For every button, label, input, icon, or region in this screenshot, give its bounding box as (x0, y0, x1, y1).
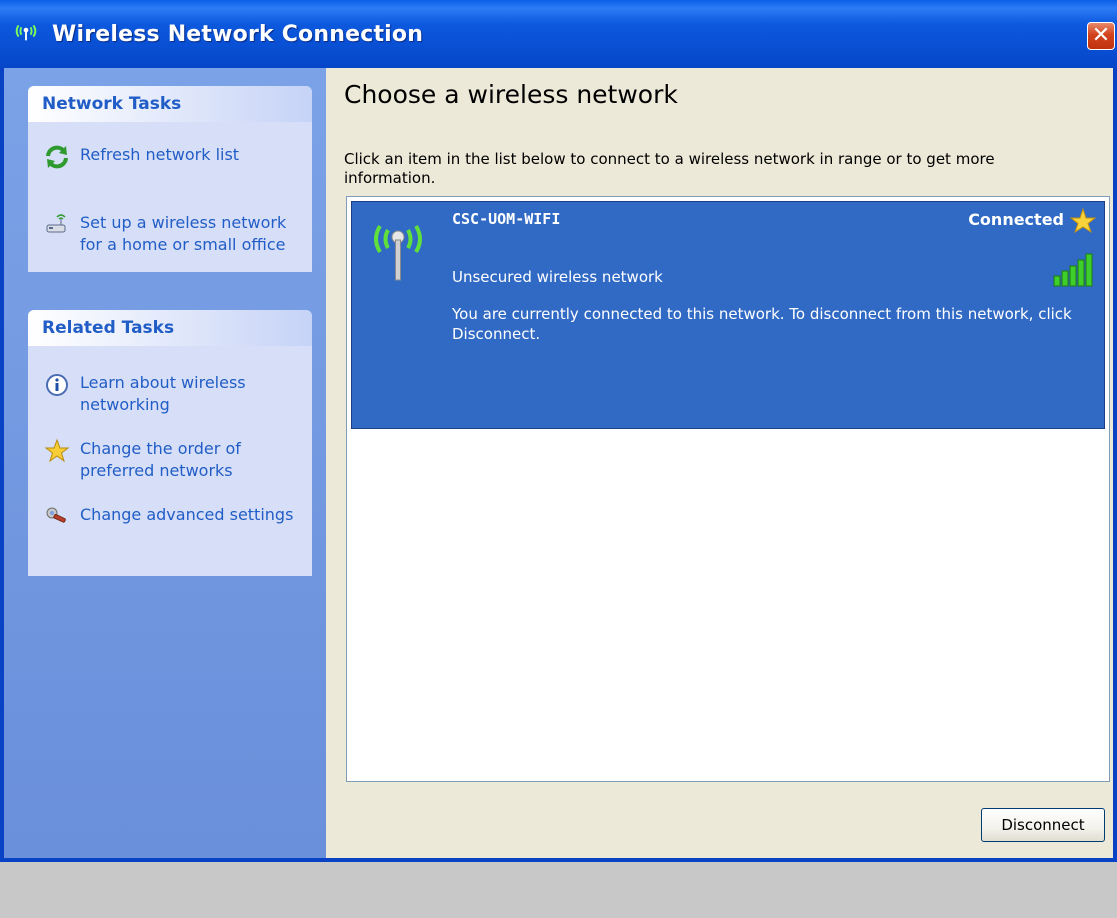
wireless-network-list[interactable]: CSC-UOM-WIFI Connected Unsecured wireles… (346, 196, 1110, 782)
related-tasks-panel: Related Tasks Learn about wireless netwo… (28, 310, 312, 576)
task-label: Change the order of preferred networks (80, 439, 241, 480)
signal-strength-icon (1053, 253, 1093, 287)
wireless-setup-icon (46, 214, 66, 233)
wireless-antenna-icon (15, 24, 37, 41)
wrench-icon (46, 507, 66, 523)
close-button[interactable]: ✕ (1087, 22, 1115, 50)
task-label: Set up a wireless network for a home or … (80, 213, 287, 254)
task-learn-about-wireless[interactable]: Learn about wireless networking (44, 372, 304, 418)
network-list-item[interactable]: CSC-UOM-WIFI Connected Unsecured wireles… (351, 201, 1105, 429)
disconnect-button[interactable]: Disconnect (981, 808, 1105, 842)
star-icon (44, 438, 70, 463)
task-refresh-network-list[interactable]: Refresh network list (44, 144, 304, 170)
instruction-text: Click an item in the list below to conne… (344, 150, 995, 187)
network-tasks-panel: Network Tasks Refresh network list Set u… (28, 86, 312, 272)
desktop-background (0, 862, 1117, 918)
page-heading: Choose a wireless network (344, 80, 678, 109)
task-label: Change advanced settings (80, 505, 294, 524)
network-description: You are currently connected to this netw… (452, 305, 1072, 343)
task-label: Refresh network list (80, 145, 240, 164)
network-content-area: Choose a wireless network Click an item … (326, 68, 1113, 858)
network-status: Connected (968, 210, 1064, 229)
window-title: Wireless Network Connection (52, 22, 424, 47)
network-name: CSC-UOM-WIFI (452, 210, 561, 228)
network-tasks-header: Network Tasks (28, 86, 312, 122)
task-sidebar: Network Tasks Refresh network list Set u… (4, 68, 326, 858)
task-set-up-wireless-network[interactable]: Set up a wireless network for a home or … (44, 212, 304, 258)
info-icon (46, 374, 68, 396)
task-change-advanced-settings[interactable]: Change advanced settings (44, 504, 304, 550)
related-tasks-header: Related Tasks (28, 310, 312, 346)
close-icon: ✕ (1091, 23, 1111, 48)
network-security: Unsecured wireless network (452, 268, 663, 286)
title-bar[interactable]: Wireless Network Connection ✕ (0, 0, 1117, 69)
window-frame-right (1113, 68, 1117, 862)
wireless-antenna-icon (374, 224, 422, 281)
refresh-icon (46, 145, 68, 169)
task-change-network-order[interactable]: Change the order of preferred networks (44, 438, 304, 484)
task-label: Learn about wireless networking (80, 373, 246, 414)
preferred-star-icon (1070, 208, 1096, 234)
wireless-network-connection-window: Wireless Network Connection ✕ Network Ta… (0, 0, 1117, 862)
